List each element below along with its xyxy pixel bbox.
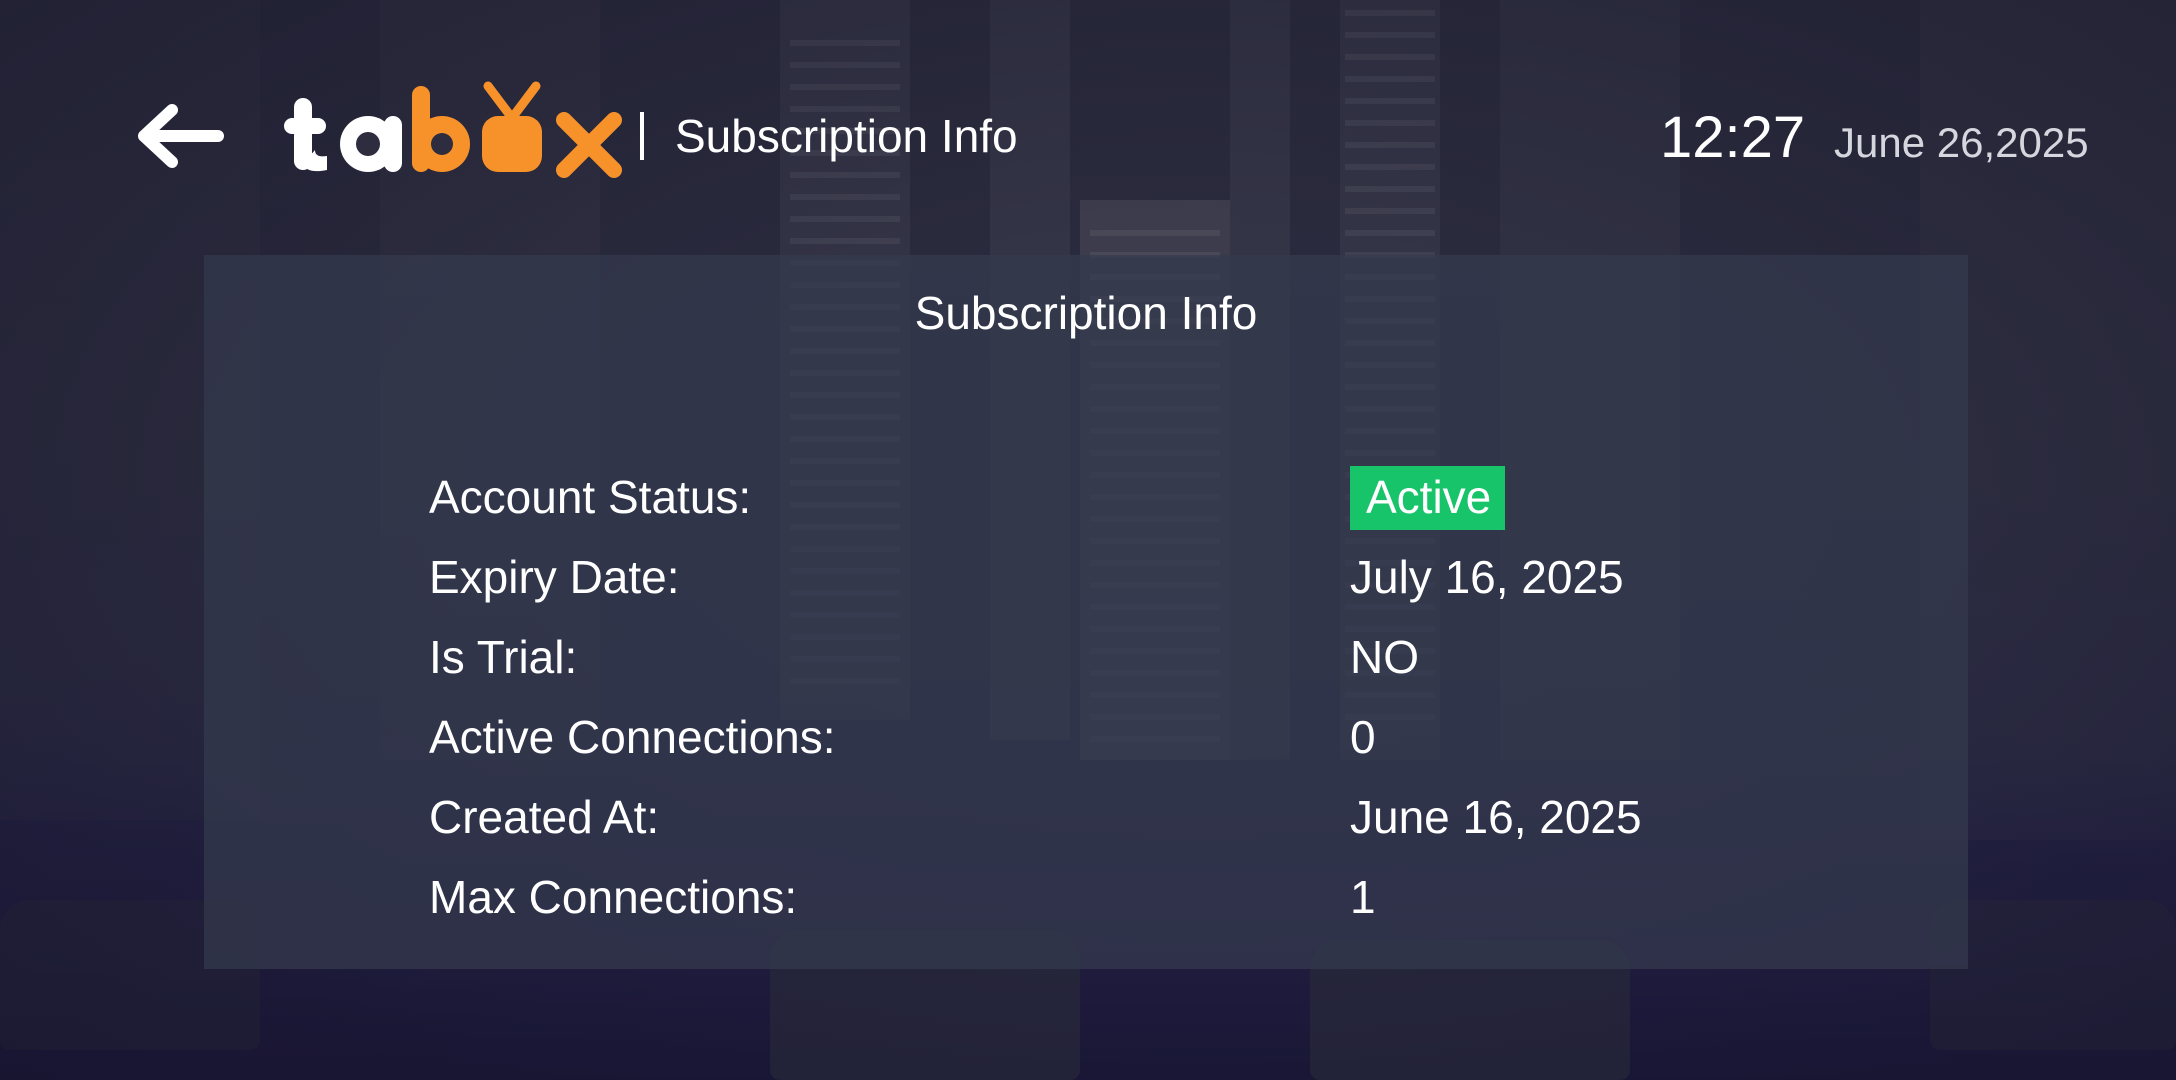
detail-label: Account Status: bbox=[429, 471, 752, 523]
current-date: June 26,2025 bbox=[1834, 119, 2089, 166]
detail-row-account-status: Account Status: Active bbox=[429, 461, 1829, 541]
logo-separator bbox=[640, 112, 644, 160]
status-badge: Active bbox=[1350, 466, 1506, 530]
detail-value: 0 bbox=[1350, 711, 1376, 763]
arrow-left-icon bbox=[138, 104, 224, 168]
detail-label: Max Connections: bbox=[429, 871, 798, 923]
detail-row-is-trial: Is Trial: NO bbox=[429, 621, 1829, 701]
detail-label: Is Trial: bbox=[429, 631, 578, 683]
back-button[interactable] bbox=[138, 104, 224, 168]
subscription-info-panel: Subscription Info Account Status: Active… bbox=[204, 255, 1968, 969]
detail-value: July 16, 2025 bbox=[1350, 551, 1624, 603]
subscription-details-list: Account Status: Active Expiry Date: July… bbox=[429, 461, 1829, 941]
detail-value: 1 bbox=[1350, 871, 1376, 923]
page-title: Subscription Info bbox=[675, 110, 1018, 162]
detail-label: Created At: bbox=[429, 791, 660, 843]
clock-time: 12:27 bbox=[1660, 105, 1806, 170]
detail-value: Active bbox=[1350, 466, 1506, 530]
detail-value: June 16, 2025 bbox=[1350, 791, 1642, 843]
tabox-logo bbox=[282, 78, 642, 182]
detail-label: Expiry Date: bbox=[429, 551, 680, 603]
panel-title: Subscription Info bbox=[914, 287, 1258, 339]
top-bar: Subscription Info 12:27 June 26,2025 bbox=[0, 0, 2176, 250]
detail-row-created-at: Created At: June 16, 2025 bbox=[429, 781, 1829, 861]
detail-row-max-connections: Max Connections: 1 bbox=[429, 861, 1829, 941]
detail-row-active-connections: Active Connections: 0 bbox=[429, 701, 1829, 781]
detail-row-expiry-date: Expiry Date: July 16, 2025 bbox=[429, 541, 1829, 621]
tv-icon bbox=[482, 81, 542, 172]
detail-value: NO bbox=[1350, 631, 1419, 683]
detail-label: Active Connections: bbox=[429, 711, 836, 763]
